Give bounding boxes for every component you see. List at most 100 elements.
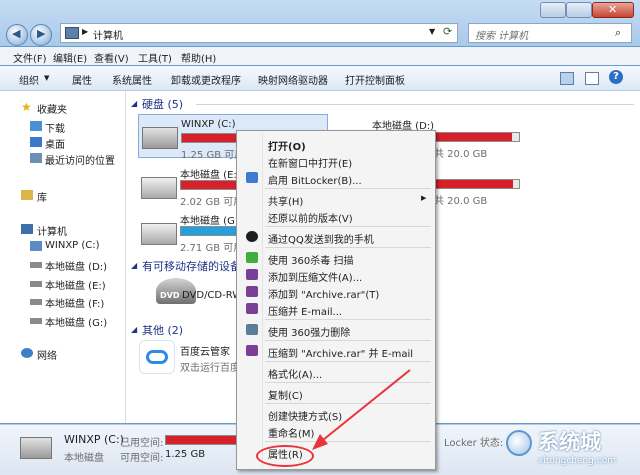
search-input[interactable]: 搜索 计算机 ⌕	[468, 23, 632, 43]
drive-free-text: 共 20.0 GB	[434, 149, 488, 160]
group-header-removable[interactable]: 有可移动存储的设备	[142, 258, 241, 274]
context-menu-item[interactable]: 使用 360杀毒 扫描	[239, 250, 433, 267]
libraries-icon	[21, 190, 33, 200]
menu-separator	[265, 247, 431, 248]
context-menu-item[interactable]: 共享(H) ▶	[239, 191, 433, 208]
drive-name: WINXP (C:)	[181, 119, 236, 130]
context-menu-item[interactable]: 使用 360强力删除	[239, 322, 433, 339]
forward-arrow-icon: ▶	[37, 27, 46, 40]
context-menu-item[interactable]: 压缩到 "Archive.rar" 并 E-mail	[239, 343, 433, 360]
menu-edit[interactable]: 编辑(E)	[53, 50, 87, 65]
context-menu-label: 通过QQ发送到我的手机	[268, 235, 374, 246]
view-options-icon[interactable]	[560, 72, 574, 85]
details-bitlocker: Locker 状态:	[444, 438, 504, 449]
back-arrow-icon: ◀	[12, 27, 21, 40]
baidu-cloud-name[interactable]: 百度云管家	[180, 343, 230, 358]
context-menu-label: 还原以前的版本(V)	[268, 214, 353, 225]
qq-icon	[246, 231, 258, 242]
group-header-hdd[interactable]: 硬盘 (5)	[142, 96, 183, 112]
del-icon	[246, 324, 258, 335]
organize-button[interactable]: 组织	[19, 72, 39, 87]
nav-computer[interactable]: 计算机	[37, 223, 67, 238]
baidu-cloud-icon	[139, 340, 175, 374]
dvd-drive-name[interactable]: DVD/CD-RW	[182, 290, 242, 301]
context-menu-label: 使用 360杀毒 扫描	[268, 256, 354, 267]
context-menu-item[interactable]: 打开(O)	[239, 136, 433, 153]
close-icon: ✕	[608, 3, 618, 16]
properties-button[interactable]: 属性	[72, 72, 92, 87]
context-menu-item[interactable]: 添加到 "Archive.rar"(T)	[239, 284, 433, 301]
close-button[interactable]: ✕	[592, 2, 634, 18]
windows-drive-icon	[142, 127, 178, 149]
system-properties-button[interactable]: 系统属性	[112, 72, 152, 87]
group-collapse-icon[interactable]: ◢	[131, 261, 137, 270]
menu-help[interactable]: 帮助(H)	[181, 50, 216, 65]
details-usage-bar	[165, 435, 245, 445]
details-free-value: 1.25 GB	[165, 449, 206, 460]
rar-icon	[246, 269, 258, 280]
refresh-icon[interactable]: ⟳	[443, 25, 452, 38]
preview-pane-icon[interactable]	[585, 72, 599, 85]
watermark-url: xitongcheng.com	[538, 456, 616, 466]
address-dropdown-icon[interactable]: ▼	[429, 27, 435, 36]
nav-drive-e[interactable]: 本地磁盘 (E:)	[45, 277, 106, 292]
nav-drive-g[interactable]: 本地磁盘 (G:)	[45, 314, 107, 329]
context-menu-item[interactable]: 添加到压缩文件(A)...	[239, 267, 433, 284]
nav-drive-c[interactable]: WINXP (C:)	[45, 240, 100, 251]
nav-recent-places[interactable]: 最近访问的位置	[45, 152, 115, 167]
open-control-panel-button[interactable]: 打开控制面板	[345, 72, 405, 87]
nav-network[interactable]: 网络	[37, 347, 57, 362]
back-button[interactable]: ◀	[6, 24, 28, 46]
menu-file[interactable]: 文件(F)	[13, 50, 47, 65]
context-menu-item[interactable]: 在新窗口中打开(E)	[239, 153, 433, 170]
recent-places-icon	[30, 153, 42, 163]
nav-downloads[interactable]: 下载	[45, 120, 65, 135]
title-bar: ✕ ◀ ▶ ▶ 计算机 ▼ ⟳ 搜索 计算机 ⌕	[0, 0, 640, 46]
drive-free-text: 1.25 GB 可用	[181, 150, 245, 161]
group-collapse-icon[interactable]: ◢	[131, 99, 137, 108]
360-icon	[246, 252, 258, 263]
context-menu-label: 在新窗口中打开(E)	[268, 159, 353, 170]
nav-libraries[interactable]: 库	[37, 189, 47, 204]
command-bar: 组织 ▼ 属性 系统属性 卸载或更改程序 映射网络驱动器 打开控制面板 ?	[0, 66, 640, 91]
group-header-other[interactable]: 其他 (2)	[142, 322, 183, 338]
annotation-arrow-line	[317, 369, 411, 445]
context-menu-item[interactable]: 通过QQ发送到我的手机	[239, 229, 433, 246]
breadcrumb[interactable]: 计算机	[93, 27, 123, 42]
navigation-pane: ★ 收藏夹 下载 桌面 最近访问的位置 库 计算机 WINXP (C:) 本地磁…	[0, 91, 126, 423]
network-icon	[21, 348, 33, 358]
menu-bar: 文件(F) 编辑(E) 查看(V) 工具(T) 帮助(H)	[0, 47, 640, 65]
drive-icon	[141, 177, 177, 199]
group-collapse-icon[interactable]: ◢	[131, 325, 137, 334]
context-menu-item[interactable]: 启用 BitLocker(B)...	[239, 170, 433, 187]
map-network-drive-button[interactable]: 映射网络驱动器	[258, 72, 328, 87]
forward-button[interactable]: ▶	[30, 24, 52, 46]
context-menu-label: 共享(H)	[268, 197, 304, 208]
drive-icon	[30, 318, 42, 324]
nav-drive-d[interactable]: 本地磁盘 (D:)	[45, 258, 107, 273]
nav-favorites[interactable]: 收藏夹	[37, 101, 67, 116]
address-bar[interactable]: ▶ 计算机 ▼ ⟳	[60, 23, 458, 43]
favorites-star-icon: ★	[21, 100, 32, 114]
context-menu-label: 打开(O)	[268, 142, 306, 153]
search-icon[interactable]: ⌕	[615, 26, 621, 40]
rar-icon	[246, 286, 258, 297]
context-menu-label: 启用 BitLocker(B)...	[268, 176, 362, 187]
breadcrumb-chevron-icon: ▶	[82, 27, 89, 36]
windows-drive-icon	[30, 241, 42, 251]
context-menu-item[interactable]: 还原以前的版本(V)	[239, 208, 433, 225]
menu-tools[interactable]: 工具(T)	[138, 50, 172, 65]
nav-desktop[interactable]: 桌面	[45, 136, 65, 151]
minimize-button[interactable]	[540, 2, 566, 18]
drive-name: 本地磁盘 (E:)	[180, 170, 241, 181]
maximize-button[interactable]	[566, 2, 592, 18]
drive-free-text: 2.02 GB 可用	[180, 197, 244, 208]
uninstall-program-button[interactable]: 卸载或更改程序	[171, 72, 241, 87]
nav-drive-f[interactable]: 本地磁盘 (F:)	[45, 295, 104, 310]
shield-icon	[246, 172, 258, 183]
context-menu-label: 压缩并 E-mail...	[268, 307, 343, 318]
drive-icon	[30, 299, 42, 305]
help-icon[interactable]: ?	[609, 70, 623, 84]
context-menu-item[interactable]: 压缩并 E-mail...	[239, 301, 433, 318]
menu-view[interactable]: 查看(V)	[94, 50, 129, 65]
